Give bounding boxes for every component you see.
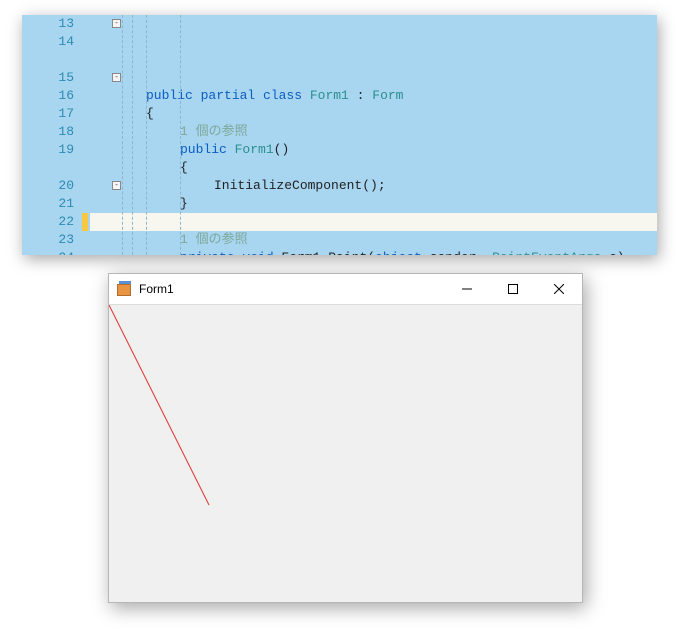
code-line: public Form1(): [132, 141, 657, 159]
fold-toggle-icon[interactable]: -: [112, 181, 121, 190]
maximize-button[interactable]: [490, 274, 536, 305]
line-number: 15: [22, 69, 74, 87]
drawn-line-canvas: [109, 305, 582, 602]
maximize-icon: [508, 284, 518, 294]
close-button[interactable]: [536, 274, 582, 305]
window-title: Form1: [139, 282, 444, 296]
line-number: 16: [22, 87, 74, 105]
line-number: [22, 51, 74, 69]
code-line: 1 個の参照: [132, 231, 657, 249]
close-icon: [554, 284, 564, 294]
line-number: 19: [22, 141, 74, 159]
line-number: 24: [22, 249, 74, 255]
code-line: }: [132, 195, 657, 213]
code-line: {: [132, 159, 657, 177]
line-number: 17: [22, 105, 74, 123]
code-line: public partial class Form1 : Form: [132, 87, 657, 105]
code-line: {: [132, 105, 657, 123]
code-line: [132, 213, 657, 231]
line-number: 21: [22, 195, 74, 213]
line-number: [22, 159, 74, 177]
client-area: [109, 305, 582, 602]
fold-column: - - -: [74, 15, 134, 255]
code-line: InitializeComponent();: [132, 177, 657, 195]
line-number: 22: [22, 213, 74, 231]
form1-window: Form1: [108, 273, 583, 603]
code-area[interactable]: public partial class Form1 : Form{1 個の参照…: [132, 15, 657, 255]
line-number: 14: [22, 33, 74, 51]
minimize-icon: [462, 284, 472, 294]
line-number-gutter: 13141516171819202122232425: [22, 15, 80, 255]
minimize-button[interactable]: [444, 274, 490, 305]
fold-toggle-icon[interactable]: -: [112, 73, 121, 82]
titlebar[interactable]: Form1: [109, 274, 582, 305]
line-number: 18: [22, 123, 74, 141]
line-number: 20: [22, 177, 74, 195]
fold-toggle-icon[interactable]: -: [112, 19, 121, 28]
code-line: 1 個の参照: [132, 123, 657, 141]
code-line: private void Form1_Paint(object sender, …: [132, 249, 657, 255]
app-icon: [117, 281, 133, 297]
line-number: 13: [22, 15, 74, 33]
line-number: 23: [22, 231, 74, 249]
code-editor-panel: 13141516171819202122232425 --- public pa…: [22, 15, 657, 255]
